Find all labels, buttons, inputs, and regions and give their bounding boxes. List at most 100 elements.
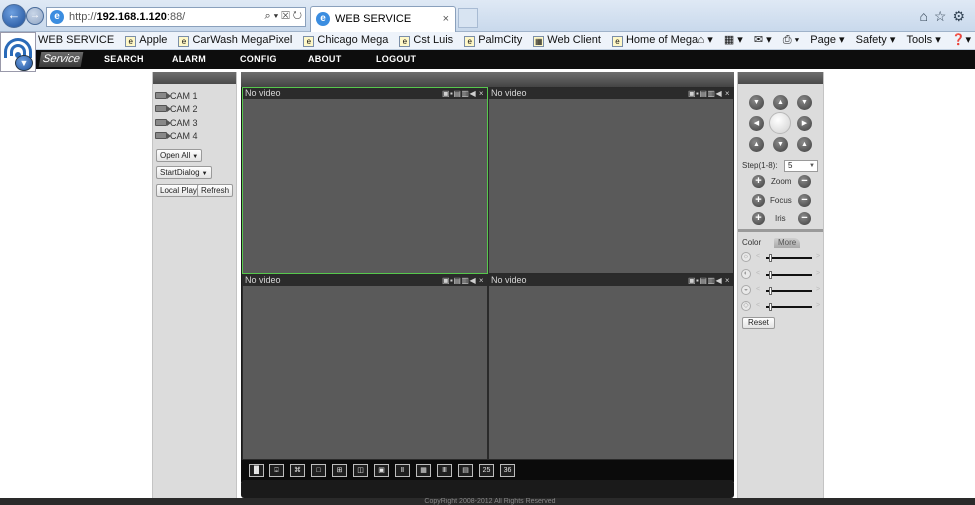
url-tools-icons[interactable]: ⌕ ▾ ☒ ↻ <box>256 7 306 27</box>
layout-button-fullscreen-icon[interactable]: ⌘ <box>290 464 305 477</box>
favorite-link[interactable]: WEB SERVICE <box>38 32 114 49</box>
feeds-menu[interactable]: ▦ ▾ <box>724 32 743 49</box>
refresh-button[interactable]: Refresh <box>197 184 234 197</box>
ptz-down-right-icon[interactable]: ▲ <box>797 137 812 152</box>
favorite-link[interactable]: e Cst Luis <box>399 32 453 49</box>
favorite-link[interactable]: e CarWash MegaPixel <box>178 32 292 49</box>
back-arrow-icon[interactable]: ← <box>2 4 26 28</box>
ptz-up-icon[interactable]: ▲ <box>773 95 788 110</box>
contrast-slider[interactable] <box>766 274 812 276</box>
ptz-up-right-icon[interactable]: ▼ <box>797 95 812 110</box>
home-menu[interactable]: ⌂ ▾ <box>698 32 713 49</box>
increase-arrow-icon[interactable]: > <box>816 269 820 279</box>
iris-close-button[interactable]: − <box>798 212 811 225</box>
page-menu[interactable]: Page ▾ <box>810 32 844 49</box>
chevron-down-icon: ▼ <box>192 154 199 160</box>
step-select[interactable]: 5 ▼ <box>784 160 818 172</box>
mail-menu[interactable]: ✉ ▾ <box>754 32 772 49</box>
decrease-arrow-icon[interactable]: < <box>756 269 760 279</box>
increase-arrow-icon[interactable]: > <box>816 285 820 295</box>
reset-button[interactable]: Reset <box>742 317 775 329</box>
print-menu[interactable]: ⎙ ▾ <box>783 32 799 49</box>
ptz-left-icon[interactable]: ◀ <box>749 116 764 131</box>
iris-open-button[interactable]: + <box>752 212 765 225</box>
video-tool-icons[interactable]: ▣▪▤▥◀ × <box>442 88 484 99</box>
increase-arrow-icon[interactable]: > <box>816 301 820 311</box>
video-tool-icons[interactable]: ▣▪▤▥◀ × <box>442 275 484 286</box>
layout-button-10-icon[interactable]: ▦ <box>416 464 431 477</box>
layout-button-13-icon[interactable]: Ⅲ <box>437 464 452 477</box>
focus-near-button[interactable]: + <box>752 194 765 207</box>
layout-button-8-icon[interactable]: ▣ <box>374 464 389 477</box>
layout-button-16-icon[interactable]: ▤ <box>458 464 473 477</box>
forward-arrow-icon[interactable]: → <box>26 7 44 25</box>
nav-about[interactable]: ABOUT <box>308 50 342 69</box>
hue-slider-knob[interactable] <box>769 303 772 311</box>
nav-config[interactable]: CONFIG <box>240 50 277 69</box>
video-tool-icons[interactable]: ▣▪▤▥◀ × <box>688 88 730 99</box>
favorite-link[interactable]: ▦ Web Client <box>533 32 601 49</box>
camera-item-4[interactable]: CAM 4 <box>155 130 198 142</box>
video-cell-1[interactable]: No video ▣▪▤▥◀ × <box>242 87 488 274</box>
layout-button-4-icon[interactable]: ⊞ <box>332 464 347 477</box>
decrease-arrow-icon[interactable]: < <box>756 252 760 262</box>
layout-button-36-icon[interactable]: 36 <box>500 464 515 477</box>
home-favorites-settings-icons[interactable]: ⌂☆⚙ <box>919 8 971 25</box>
page-icon: e <box>178 36 190 47</box>
increase-arrow-icon[interactable]: > <box>816 252 820 262</box>
video-tool-icons[interactable]: ▣▪▤▥◀ × <box>688 275 730 286</box>
zoom-out-button[interactable]: − <box>798 175 811 188</box>
nav-search[interactable]: SEARCH <box>104 50 144 69</box>
tab-color[interactable]: Color <box>738 238 766 248</box>
saturation-slider[interactable] <box>766 290 812 292</box>
tab-web-service[interactable]: e WEB SERVICE × <box>310 6 456 32</box>
saturation-slider-knob[interactable] <box>769 287 772 295</box>
tab-more[interactable]: More <box>774 238 801 248</box>
layout-button-prev-icon[interactable]: ▐▌ <box>249 464 264 477</box>
page-icon: e <box>611 36 623 47</box>
nav-alarm[interactable]: ALARM <box>172 50 206 69</box>
close-tab-icon[interactable]: × <box>443 7 449 31</box>
favorite-link[interactable]: e Chicago Mega <box>303 32 388 49</box>
camera-item-3[interactable]: CAM 3 <box>155 117 198 129</box>
video-cell-4[interactable]: No video ▣▪▤▥◀ × <box>488 274 734 460</box>
favorite-link[interactable]: e PalmCity <box>464 32 522 49</box>
ptz-up-left-icon[interactable]: ▼ <box>749 95 764 110</box>
decrease-arrow-icon[interactable]: < <box>756 285 760 295</box>
tools-menu[interactable]: Tools ▾ <box>906 32 940 49</box>
focus-far-button[interactable]: − <box>798 194 811 207</box>
layout-button-6-icon[interactable]: ◫ <box>353 464 368 477</box>
ptz-right-icon[interactable]: ▶ <box>797 116 812 131</box>
safety-menu[interactable]: Safety ▾ <box>856 32 896 49</box>
nav-logout[interactable]: LOGOUT <box>376 50 416 69</box>
local-play-button[interactable]: Local Play <box>156 184 201 197</box>
decrease-arrow-icon[interactable]: < <box>756 301 760 311</box>
video-cell-3[interactable]: No video ▣▪▤▥◀ × <box>242 274 488 460</box>
video-cell-2[interactable]: No video ▣▪▤▥◀ × <box>488 87 734 274</box>
layout-button-1-icon[interactable]: □ <box>311 464 326 477</box>
tab-title: WEB SERVICE <box>335 13 412 25</box>
ptz-center-button[interactable] <box>769 112 791 134</box>
favorite-link[interactable]: e Home of Mega <box>611 32 698 49</box>
hue-slider[interactable] <box>766 306 812 308</box>
dropdown-circle-icon[interactable]: ▼ <box>15 55 33 71</box>
contrast-slider-knob[interactable] <box>769 271 772 279</box>
ptz-down-icon[interactable]: ▼ <box>773 137 788 152</box>
hue-icon: ◇ <box>741 301 751 311</box>
camera-item-1[interactable]: CAM 1 <box>155 90 198 102</box>
open-all-button[interactable]: Open All ▼ <box>156 149 203 162</box>
ptz-down-left-icon[interactable]: ▲ <box>749 137 764 152</box>
video-cell-header: No video ▣▪▤▥◀ × <box>243 275 487 286</box>
new-tab-button[interactable] <box>458 8 478 28</box>
brightness-slider[interactable] <box>766 257 812 259</box>
start-dialog-button[interactable]: StartDialog ▼ <box>156 166 212 179</box>
camera-item-2[interactable]: CAM 2 <box>155 103 198 115</box>
layout-button-fit-icon[interactable]: ⌹ <box>269 464 284 477</box>
help-menu[interactable]: ❓▾ <box>952 32 971 49</box>
layout-toolbar: ▐▌ ⌹ ⌘ □ ⊞ ◫ ▣ Ⅱ ▦ Ⅲ ▤ 25 36 <box>241 460 734 482</box>
zoom-in-button[interactable]: + <box>752 175 765 188</box>
layout-button-25-icon[interactable]: 25 <box>479 464 494 477</box>
brightness-slider-knob[interactable] <box>769 254 772 262</box>
layout-button-9-icon[interactable]: Ⅱ <box>395 464 410 477</box>
favorite-link[interactable]: e Apple <box>125 32 167 49</box>
